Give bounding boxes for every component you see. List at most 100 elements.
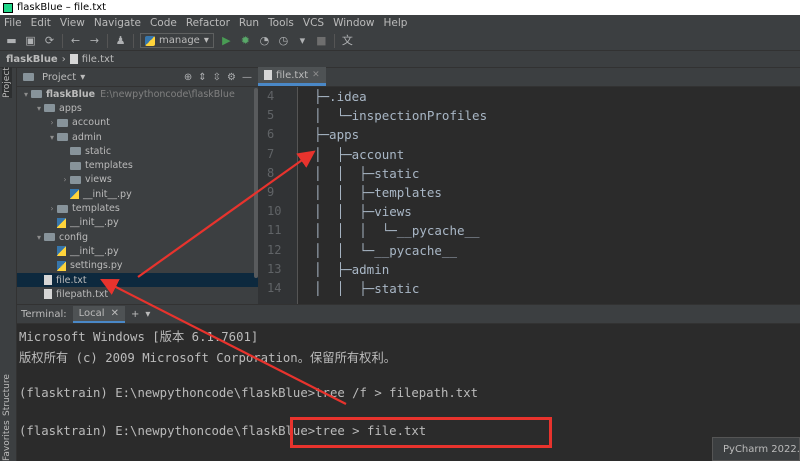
more-run-icon[interactable]: ▾ bbox=[296, 34, 309, 47]
stop-icon[interactable]: ■ bbox=[315, 34, 328, 47]
chevron-down-icon[interactable]: ▾ bbox=[34, 233, 44, 242]
terminal-line: Microsoft Windows [版本 6.1.7601] bbox=[19, 330, 259, 344]
tree-item[interactable]: › views bbox=[17, 173, 258, 187]
tree-item-label: __init__.py bbox=[70, 217, 119, 229]
menu-help[interactable]: Help bbox=[384, 17, 408, 29]
toolbar-divider bbox=[107, 33, 108, 48]
menu-run[interactable]: Run bbox=[239, 17, 259, 29]
terminal-line: (flasktrain) E:\newpythoncode\flaskBlue>… bbox=[19, 386, 479, 400]
chevron-right-icon[interactable]: › bbox=[47, 204, 57, 213]
menu-edit[interactable]: Edit bbox=[31, 17, 51, 29]
folder-icon bbox=[70, 147, 81, 156]
open-folder-icon[interactable]: ▬ bbox=[5, 34, 18, 47]
tree-item[interactable]: file.txt bbox=[17, 272, 258, 288]
tree-item-label: account bbox=[72, 117, 110, 129]
menu-window[interactable]: Window bbox=[333, 17, 374, 29]
menu-file[interactable]: File bbox=[4, 17, 22, 29]
tree-item[interactable]: › account bbox=[17, 116, 258, 130]
add-terminal-icon[interactable]: + bbox=[131, 309, 139, 320]
structure-tool-tab[interactable]: Structure bbox=[2, 374, 12, 416]
back-arrow-icon[interactable]: ← bbox=[69, 34, 82, 47]
chevron-down-icon[interactable]: ▾ bbox=[80, 72, 85, 83]
code-line: │ ├─admin bbox=[314, 261, 390, 277]
breadcrumb-file[interactable]: file.txt bbox=[82, 54, 114, 65]
debug-icon[interactable]: ✹ bbox=[239, 34, 252, 47]
favorites-tool-tab[interactable]: Favorites bbox=[2, 420, 12, 461]
menu-code[interactable]: Code bbox=[150, 17, 177, 29]
tree-item[interactable]: __init__.py bbox=[17, 244, 258, 258]
terminal-tab-local[interactable]: Local ✕ bbox=[72, 305, 125, 323]
tree-item[interactable]: ▾ config bbox=[17, 230, 258, 244]
save-all-icon[interactable]: ▣ bbox=[24, 34, 37, 47]
run-config-select[interactable]: manage ▾ bbox=[140, 33, 214, 48]
profile-icon[interactable]: ◷ bbox=[277, 34, 290, 47]
menu-bar: File Edit View Navigate Code Refactor Ru… bbox=[0, 15, 800, 31]
menu-navigate[interactable]: Navigate bbox=[94, 17, 141, 29]
chevron-right-icon[interactable]: › bbox=[60, 175, 70, 184]
tree-item-label: filepath.txt bbox=[56, 288, 109, 300]
line-number: 6 bbox=[267, 127, 275, 142]
chevron-down-icon[interactable]: ▾ bbox=[47, 133, 57, 142]
chevron-right-icon[interactable]: › bbox=[47, 118, 57, 127]
tree-item[interactable]: templates bbox=[17, 158, 258, 172]
menu-refactor[interactable]: Refactor bbox=[186, 17, 230, 29]
minimize-icon[interactable]: — bbox=[242, 72, 252, 83]
close-icon[interactable]: ✕ bbox=[312, 70, 320, 80]
python-icon bbox=[145, 35, 155, 46]
tree-item[interactable]: ▾ apps bbox=[17, 101, 258, 115]
tree-item[interactable]: settings.py bbox=[17, 259, 258, 273]
menu-view[interactable]: View bbox=[60, 17, 85, 29]
line-number: 9 bbox=[267, 184, 275, 199]
text-file-icon bbox=[264, 70, 272, 80]
tree-item-label: flaskBlue bbox=[46, 88, 96, 100]
chevron-down-icon[interactable]: ▾ bbox=[34, 104, 44, 113]
code-content[interactable]: ├─.idea │ └─inspectionProfiles ├─apps │ ├─a… bbox=[314, 87, 487, 298]
tree-item-label: static bbox=[85, 145, 112, 157]
update-notification[interactable]: PyCharm 2022. bbox=[712, 437, 800, 461]
sync-icon[interactable]: ⟳ bbox=[43, 34, 56, 47]
tree-item-label: admin bbox=[72, 131, 102, 143]
folder-icon bbox=[44, 104, 55, 113]
toolbar-divider bbox=[62, 33, 63, 48]
tree-item[interactable]: › templates bbox=[17, 201, 258, 215]
tree-item[interactable]: ▾ admin bbox=[17, 130, 258, 144]
folder-icon bbox=[31, 90, 42, 99]
tree-item-label: config bbox=[59, 231, 89, 243]
chevron-down-icon[interactable]: ▾ bbox=[21, 90, 31, 99]
tree-item-label: templates bbox=[85, 160, 133, 172]
menu-tools[interactable]: Tools bbox=[268, 17, 294, 29]
text-file-icon bbox=[69, 54, 78, 64]
locate-icon[interactable]: ⊕ bbox=[184, 72, 192, 83]
forward-arrow-icon[interactable]: → bbox=[88, 34, 101, 47]
gear-icon[interactable]: ⚙ bbox=[227, 72, 236, 83]
tree-item[interactable]: __init__.py bbox=[17, 216, 258, 230]
chevron-down-icon[interactable]: ▾ bbox=[145, 309, 150, 320]
collapse-all-icon[interactable]: ⇳ bbox=[213, 72, 221, 83]
line-number: 7 bbox=[267, 146, 275, 161]
line-number-gutter: 4 5 6 7 8 9 10 11 12 13 14 bbox=[258, 87, 298, 304]
run-icon[interactable]: ▶ bbox=[220, 34, 233, 47]
tree-item[interactable]: static bbox=[17, 144, 258, 158]
title-bar: flaskBlue – file.txt bbox=[0, 0, 800, 15]
project-tool-tab[interactable]: Project bbox=[2, 67, 12, 98]
code-editor[interactable]: 4 5 6 7 8 9 10 11 12 13 14 ├─.idea │ └─inspectionPr… bbox=[258, 87, 800, 304]
breadcrumb-project[interactable]: flaskBlue bbox=[6, 54, 58, 65]
code-line: ├─apps bbox=[314, 127, 360, 143]
code-line: │ │ ├─views bbox=[314, 204, 412, 220]
folder-icon bbox=[70, 175, 81, 184]
tree-item[interactable]: filepath.txt bbox=[17, 287, 258, 301]
code-line: │ │ ├─static bbox=[314, 165, 420, 181]
tree-item[interactable]: __init__.py bbox=[17, 187, 258, 201]
close-icon[interactable]: ✕ bbox=[111, 308, 119, 319]
user-icon[interactable]: ♟ bbox=[114, 34, 127, 47]
translate-icon[interactable]: 文 bbox=[341, 34, 354, 47]
window-title: flaskBlue – file.txt bbox=[17, 2, 107, 13]
code-line: ├─.idea bbox=[314, 89, 367, 104]
tree-item[interactable]: ▾ flaskBlue E:\newpythoncode\flaskBlue bbox=[17, 87, 258, 101]
coverage-icon[interactable]: ◔ bbox=[258, 34, 271, 47]
expand-all-icon[interactable]: ⇕ bbox=[198, 72, 206, 83]
tab-file-txt[interactable]: file.txt ✕ bbox=[258, 67, 326, 86]
code-line: │ │ │ └─__pycache__ bbox=[314, 223, 480, 239]
menu-vcs[interactable]: VCS bbox=[303, 17, 324, 29]
project-panel-title[interactable]: Project bbox=[42, 72, 76, 83]
